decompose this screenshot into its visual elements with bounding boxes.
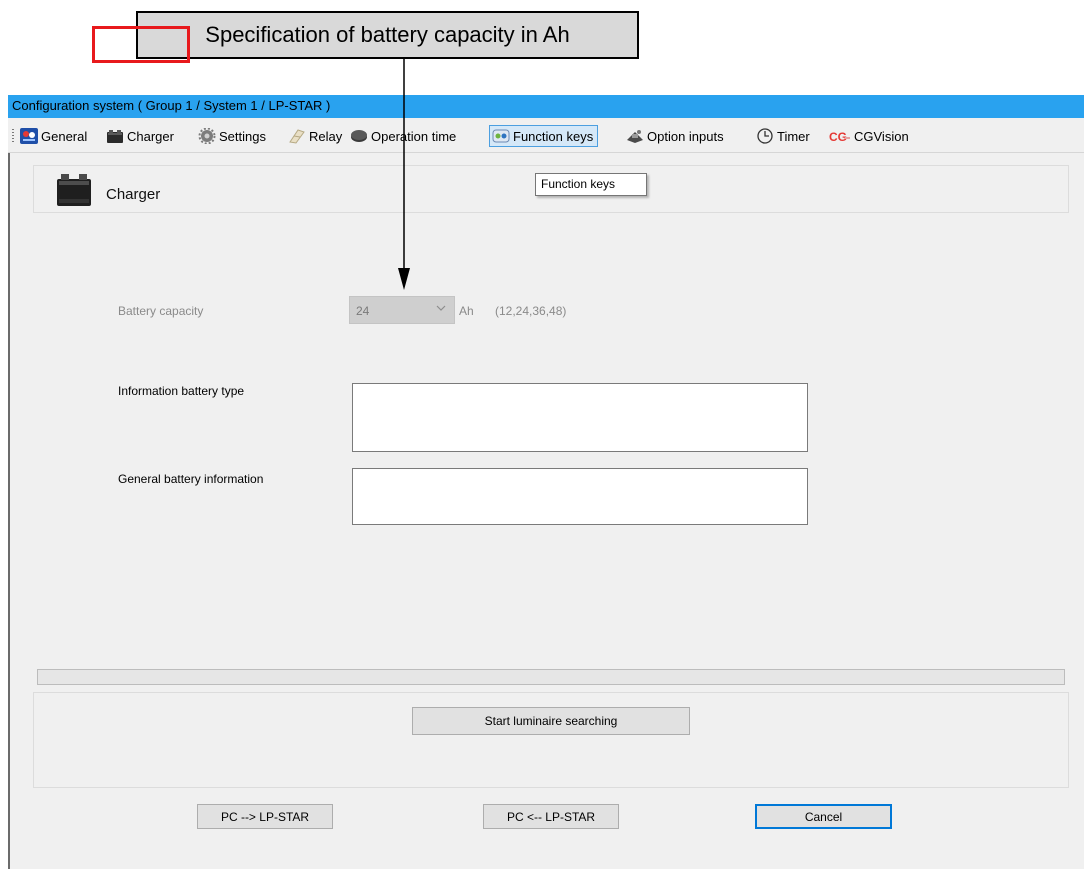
annotation-arrow — [398, 59, 410, 290]
